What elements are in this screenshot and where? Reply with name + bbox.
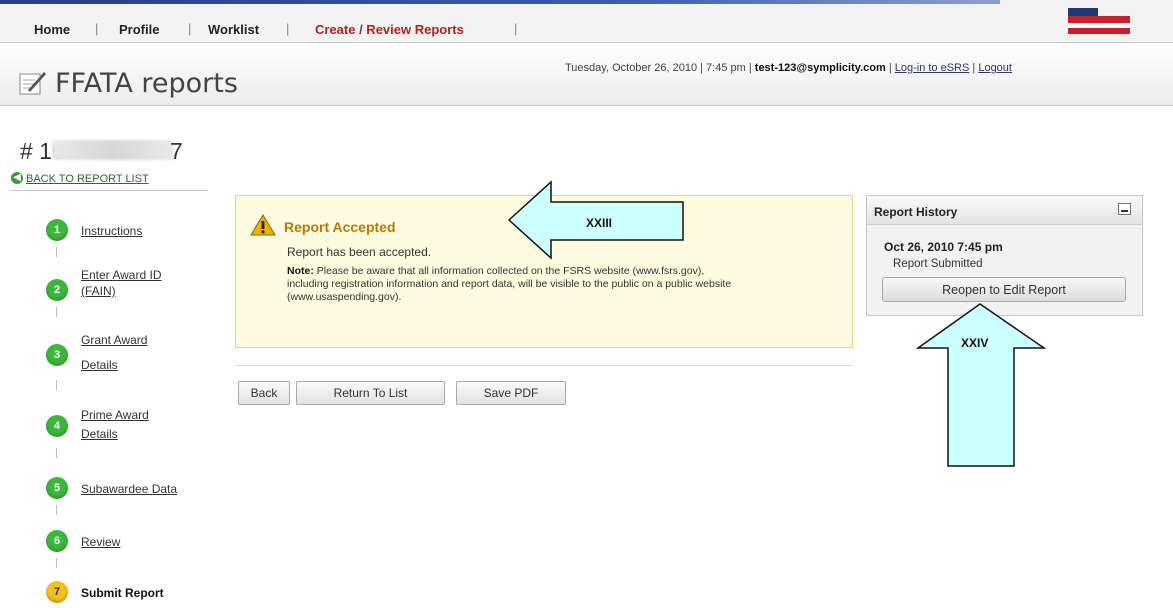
redacted-id [52,140,174,160]
back-button[interactable]: Back [238,381,290,405]
page-title: FFATA reports [55,68,238,99]
nav-home[interactable]: Home [34,22,70,37]
notice-note: Note: Please be aware that all informati… [287,265,737,304]
history-entry-status: Report Submitted [893,258,983,270]
step-connector [56,380,57,390]
step-connector [56,448,57,458]
step-prime-award-details-link[interactable]: Prime Award [81,407,149,423]
logout-link[interactable]: Logout [978,62,1012,74]
top-stripe [0,0,1000,4]
step-grant-award-details-link-line2[interactable]: Details [81,357,118,373]
back-arrow-icon: ◀ [11,172,23,184]
step-enter-award-id-link[interactable]: Enter Award ID [81,267,161,283]
step-5-badge: 5 [46,477,68,499]
reopen-to-edit-report-button[interactable]: Reopen to Edit Report [882,277,1126,302]
note-text: Please be aware that all information col… [287,265,732,303]
nav-separator: | [514,21,518,36]
step-review-link[interactable]: Review [81,534,120,550]
notice-title: Report Accepted [284,219,396,235]
step-6-badge: 6 [46,530,68,552]
step-connector [56,247,57,257]
step-connector [56,505,57,515]
step-instructions-link[interactable]: Instructions [81,223,142,239]
info-separator: | [972,62,976,74]
step-submit-report-current: Submit Report [81,586,164,600]
report-number-suffix: 7 [170,138,183,164]
user-email: test-123@symplicity.com [754,62,886,74]
nav-separator: | [286,21,290,36]
history-entry-date: Oct 26, 2010 7:45 pm [884,240,1003,254]
return-to-list-button[interactable]: Return To List [296,381,445,405]
step-subawardee-data-link[interactable]: Subawardee Data [81,481,177,497]
user-info-bar: Tuesday, October 26, 2010 | 7:45 pm | te… [565,62,1012,74]
callout-label-xxiii: XXIII [586,216,613,230]
nav-separator: | [188,21,192,36]
step-grant-award-details-link[interactable]: Grant Award [81,332,147,348]
top-nav-bar [0,0,1173,43]
nav-profile[interactable]: Profile [119,22,159,37]
back-to-report-list-link[interactable]: BACK TO REPORT LIST [26,173,149,185]
note-label: Note: [287,265,314,277]
step-connector [56,558,57,568]
warning-icon [250,214,276,236]
nav-create-review-reports[interactable]: Create / Review Reports [315,22,464,37]
step-enter-award-id-link-line2[interactable]: (FAIN) [81,283,116,299]
callout-label-xxiv: XXIV [961,336,989,350]
minimize-icon[interactable] [1118,203,1131,215]
callout-arrow-up-icon [915,303,1046,467]
divider [235,365,853,366]
current-date: Tuesday, October 26, 2010 | 7:45 pm | [565,62,752,74]
step-connector [56,307,57,317]
esrs-login-link[interactable]: Log-in to eSRS [895,62,970,74]
divider [10,190,208,191]
nav-worklist[interactable]: Worklist [208,22,259,37]
flag-logo-icon [1068,8,1130,34]
step-7-badge: 7 [46,581,68,603]
step-prime-award-details-link-line2[interactable]: Details [81,426,118,442]
nav-separator: | [95,21,99,36]
save-pdf-button[interactable]: Save PDF [456,381,566,405]
step-3-badge: 3 [46,344,68,366]
step-1-badge: 1 [46,219,68,241]
info-separator: | [888,62,892,74]
report-pencil-icon [19,72,46,95]
step-4-badge: 4 [46,415,68,437]
step-2-badge: 2 [46,279,68,301]
notice-message: Report has been accepted. [287,245,432,259]
report-history-title: Report History [874,205,958,219]
